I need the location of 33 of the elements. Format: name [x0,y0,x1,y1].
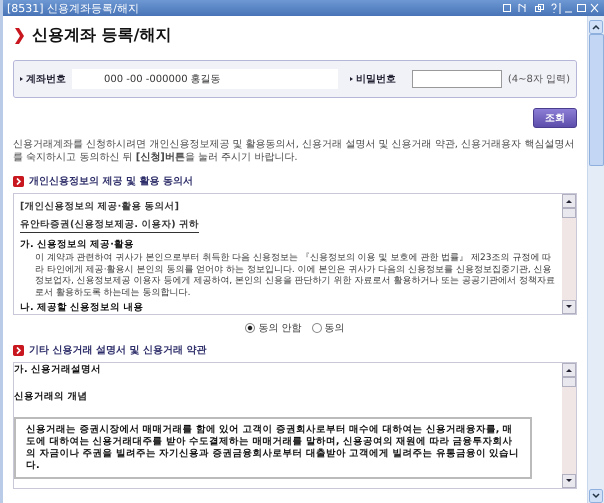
page-scrollbar[interactable] [587,16,604,503]
document-title: [개인신용정보의 제공·활용 동의서] [20,201,179,212]
scrollbar[interactable] [562,363,576,488]
section-title: 기타 신용거래 설명서 및 신용거래 약관 [29,344,206,357]
body-paragraph: 이 계약과 관련하여 귀사가 본인으로부터 취득한 다음 신용정보는 『신용정보의 이용 및 보호에 관한 법률』 제23조의 규정에 따라 타인에게 제공·활용시 본인의 동의를 얻어야 하는 정보입니다. 이에 본인은 귀사가 다음의 신용정보를 신용정보집중기관, 신용정보업자, 신용정보제공 이용자 등에게 제공하여, 본인의 신용을 판단하기 위한 자료로서 활용하거나 또는 공공기관에서 정책자료로서 활용하도록 하는데는 동의합니다. [35,253,555,298]
account-label: 계좌번호 [20,72,66,86]
chevron-icon [13,176,24,186]
scrollbar[interactable] [562,194,576,314]
account-value: 000 -00 -000000 홍길동 [72,69,338,89]
page-heading: 신용계좌 등록/해지 [32,25,172,46]
scrollbar-thumb[interactable] [588,34,604,166]
radio-button[interactable] [312,323,322,333]
password-hint: (4~8자 입력) [508,73,570,86]
addressee-text: 유안타증권(신용정보제공. 이용자) 귀하 [20,218,199,233]
section-heading: 가. 신용정보의 제공·활용 [20,239,134,250]
subheading-text: 신용거래의 개념 [14,391,88,402]
scrollbar-thumb[interactable] [562,377,576,387]
radio-button[interactable] [245,323,256,333]
password-label: 비밀번호 [350,72,396,86]
password-field[interactable] [412,70,502,88]
radio-label[interactable]: 동의 [324,321,345,335]
window-controls-drawing[interactable] [502,2,600,14]
section-heading: 가. 신용거래설명서 [14,364,101,375]
window-title: [8531] 신용계좌등록/해지 [7,0,139,16]
radio-label[interactable]: 동의 안함 [258,321,302,335]
section-title: 개인신용정보의 제공 및 활용 동의서 [29,175,193,188]
section-heading: 나. 제공할 신용정보의 내용 [20,302,144,313]
intro-paragraph: 신용거래계좌를 신청하시려면 개인신용정보제공 및 활용동의서, 신용거래 설명서 및 신용거래 약관, 신용거래용자 핵심설명서를 숙지하시고 동의하신 뒤 [신청]버튼을 눌러 주시기 바랍니다. [13,138,576,164]
scrollbar-thumb[interactable] [562,208,576,218]
chevron-icon [15,28,24,44]
boxed-paragraph: 신용거래는 증권시장에서 매매거래를 함에 있어 고객이 증권회사로부터 매수에 대하여는 신용거래융자를, 매도에 대하여는 신용거래대주를 받아 수도결제하는 매매거래를 말하며, 신용공여의 재원에 따라 금융투자회사의 자금이나 주권을 빌려주는 자기신용과 증권금융회사로부터 대출받아 고객에게 빌려주는 유통금융이 있습니다. [14,417,532,479]
chevron-icon [13,344,24,356]
search-button[interactable]: 조회 [533,108,577,128]
